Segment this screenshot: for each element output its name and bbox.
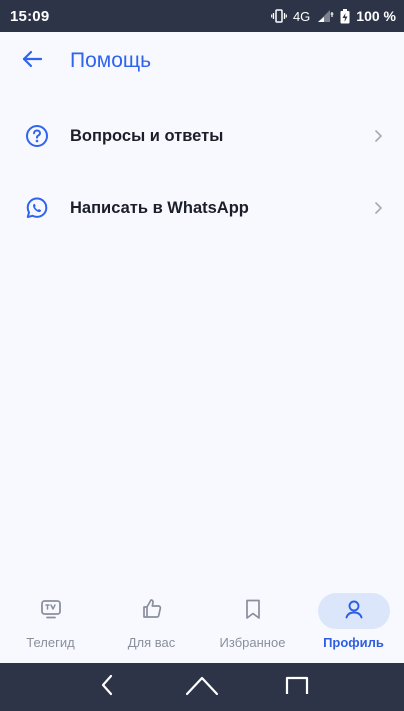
- help-menu-list: Вопросы и ответы Написать в WhatsApp: [0, 100, 404, 244]
- nav-icon-wrap: [116, 593, 188, 629]
- tab-label: Для вас: [127, 635, 176, 650]
- menu-item-label: Написать в WhatsApp: [70, 198, 249, 217]
- system-nav-bar: [0, 663, 404, 711]
- system-back-button[interactable]: [87, 667, 127, 707]
- tab-label: Избранное: [219, 635, 286, 650]
- menu-item-label: Вопросы и ответы: [70, 126, 224, 145]
- tab-label: Телегид: [26, 635, 75, 650]
- profile-icon: [343, 598, 365, 625]
- whatsapp-icon: [24, 195, 50, 221]
- tab-for-you[interactable]: Для вас: [107, 593, 197, 650]
- chevron-right-icon: [370, 128, 386, 144]
- tab-profile[interactable]: Профиль: [309, 593, 399, 650]
- bottom-nav: Телегид Для вас Избранное Профиль: [0, 585, 404, 663]
- bookmark-icon: [242, 598, 264, 625]
- thumbs-up-icon: [140, 597, 164, 626]
- system-recents-icon: [285, 674, 309, 701]
- menu-item-whatsapp[interactable]: Написать в WhatsApp: [0, 172, 404, 244]
- system-recents-button[interactable]: [277, 667, 317, 707]
- page-title: Помощь: [70, 49, 152, 72]
- status-icons: 4G 100 %: [271, 8, 396, 24]
- tab-favorites[interactable]: Избранное: [208, 593, 298, 650]
- vibrate-icon: [271, 9, 287, 23]
- nav-icon-wrap: [317, 593, 390, 629]
- network-type: 4G: [292, 8, 311, 24]
- chevron-right-icon: [370, 200, 386, 216]
- tab-tvguide[interactable]: Телегид: [6, 593, 96, 650]
- battery-icon: [340, 8, 350, 24]
- system-back-icon: [100, 674, 114, 701]
- nav-icon-wrap: [217, 593, 289, 629]
- signal-icon: [316, 9, 334, 23]
- back-button[interactable]: [4, 32, 60, 90]
- status-bar: 15:09 4G 100 %: [0, 0, 404, 32]
- tab-label: Профиль: [323, 635, 384, 650]
- status-time: 15:09: [10, 7, 50, 25]
- menu-item-faq[interactable]: Вопросы и ответы: [0, 100, 404, 172]
- app-bar: Помощь: [0, 32, 404, 90]
- battery-percent: 100 %: [356, 8, 396, 24]
- question-circle-icon: [24, 123, 50, 149]
- system-home-icon: [185, 674, 219, 701]
- tv-icon: [40, 598, 62, 625]
- arrow-left-icon: [22, 50, 43, 73]
- nav-icon-wrap: [15, 593, 87, 629]
- system-home-button[interactable]: [182, 667, 222, 707]
